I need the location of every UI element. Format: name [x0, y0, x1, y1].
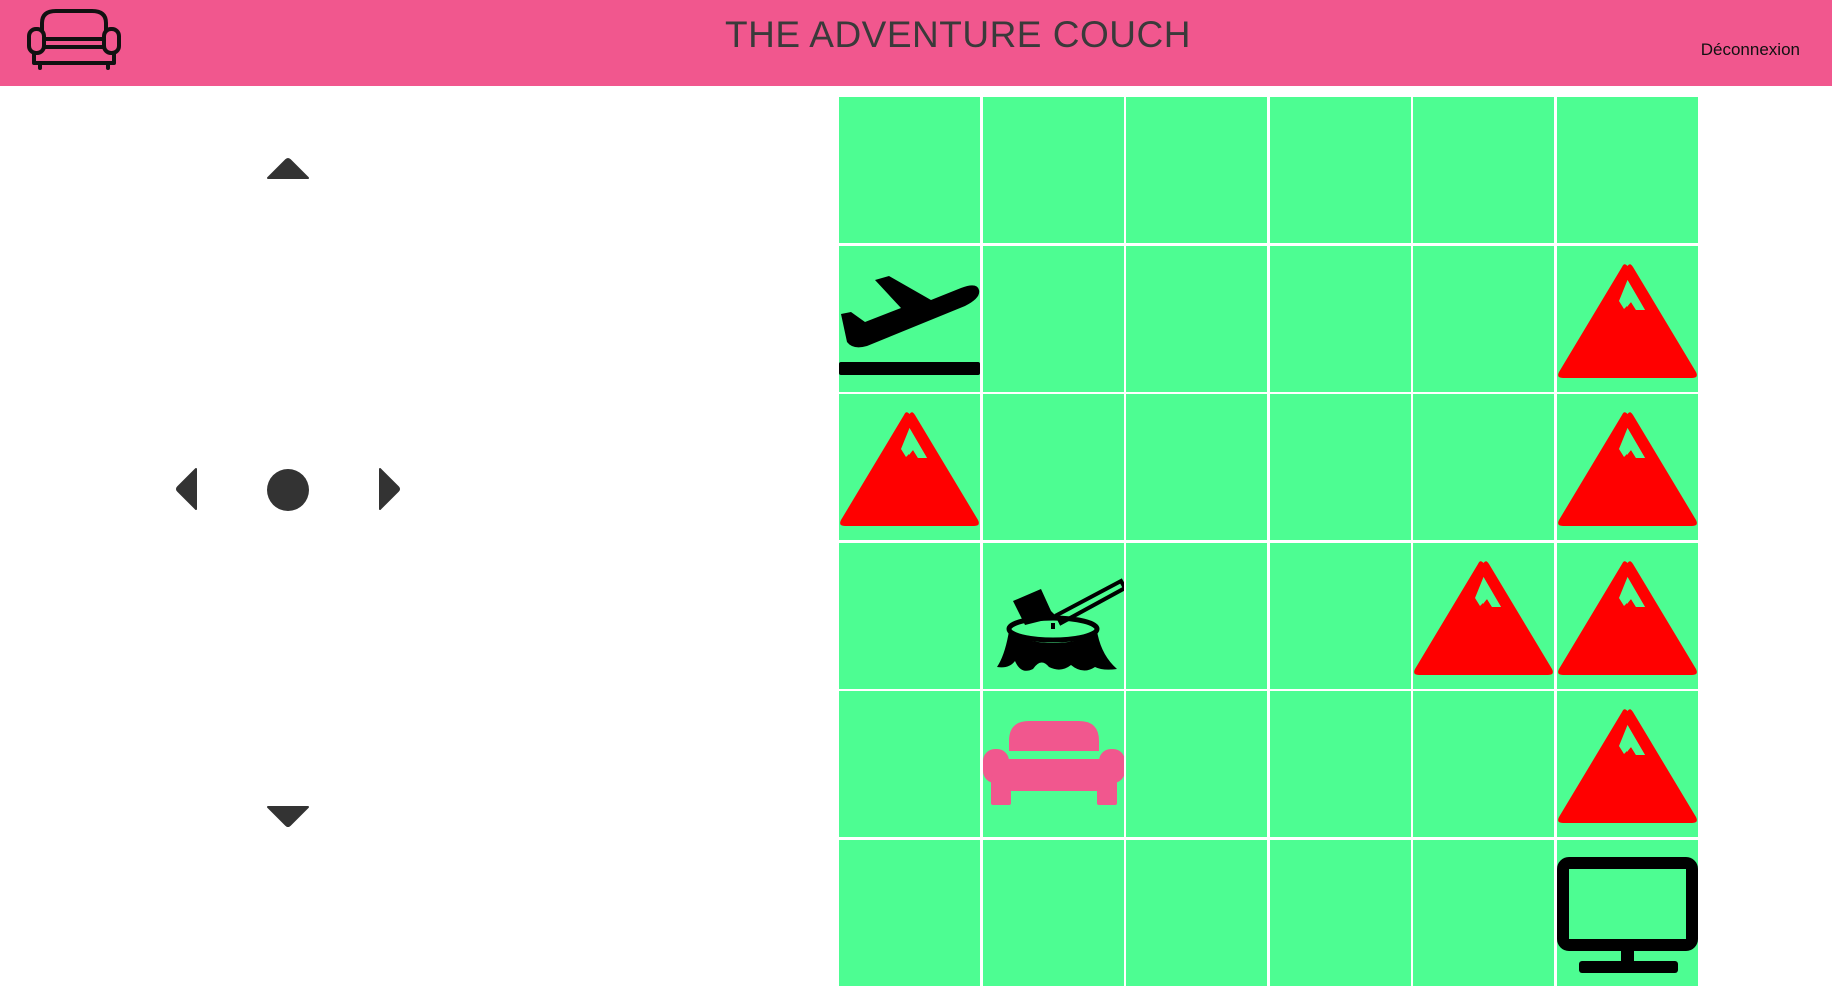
mountain-icon: [1557, 263, 1697, 378]
board-cell: [1269, 839, 1411, 986]
logout-link[interactable]: Déconnexion: [1701, 40, 1800, 60]
board-cell: [1556, 245, 1698, 392]
board-cell: [1126, 839, 1267, 986]
board-cell: [982, 839, 1124, 986]
board-cell: [982, 691, 1124, 837]
board-cell: [1556, 394, 1698, 540]
mountain-icon: [1557, 560, 1697, 675]
mountain-icon: [1557, 412, 1697, 526]
move-up-button[interactable]: [266, 154, 310, 180]
board-cell: [1269, 394, 1411, 540]
board-cell: [1413, 97, 1554, 243]
monitor-icon: [1556, 856, 1698, 973]
board-cell: [1126, 542, 1267, 689]
move-left-button[interactable]: [170, 467, 198, 511]
board-cell: [839, 691, 980, 837]
board-cell: [1413, 839, 1554, 986]
board-cell: [1126, 394, 1267, 540]
move-right-button[interactable]: [378, 467, 406, 511]
board-cell: [1126, 691, 1267, 837]
board-cell: [1269, 691, 1411, 837]
mountain-icon: [1557, 709, 1697, 823]
board-cell: [1556, 542, 1698, 689]
board-cell: [982, 97, 1124, 243]
board-cell: [1413, 394, 1554, 540]
board-cell: [839, 839, 980, 986]
mountain-icon: [1414, 560, 1553, 675]
header-bar: THE ADVENTURE COUCH Déconnexion: [0, 0, 1832, 86]
airplane-departure-icon: [839, 275, 980, 375]
board-cell: [839, 97, 980, 243]
board-cell: [839, 245, 980, 392]
board-cell: [1556, 97, 1698, 243]
couch-icon: [982, 721, 1124, 805]
board-cell: [1269, 542, 1411, 689]
board-cell: [839, 542, 980, 689]
game-board: [839, 97, 1698, 986]
move-down-button[interactable]: [266, 805, 310, 831]
board-cell: [1556, 839, 1698, 986]
board-cell: [1269, 97, 1411, 243]
board-cell: [1413, 691, 1554, 837]
stump-axe-icon: [996, 577, 1124, 671]
board-cell: [1269, 245, 1411, 392]
board-cell: [1556, 691, 1698, 837]
board-cell: [1126, 245, 1267, 392]
board-cell: [1413, 245, 1554, 392]
board-cell: [982, 394, 1124, 540]
board-cell: [1126, 97, 1267, 243]
board-cell: [1413, 542, 1554, 689]
board-cell: [982, 245, 1124, 392]
action-center-button[interactable]: [266, 468, 310, 512]
page-title: THE ADVENTURE COUCH: [725, 14, 1191, 55]
board-cell: [982, 542, 1124, 689]
board-cell: [839, 394, 980, 540]
mountain-icon: [840, 412, 979, 526]
